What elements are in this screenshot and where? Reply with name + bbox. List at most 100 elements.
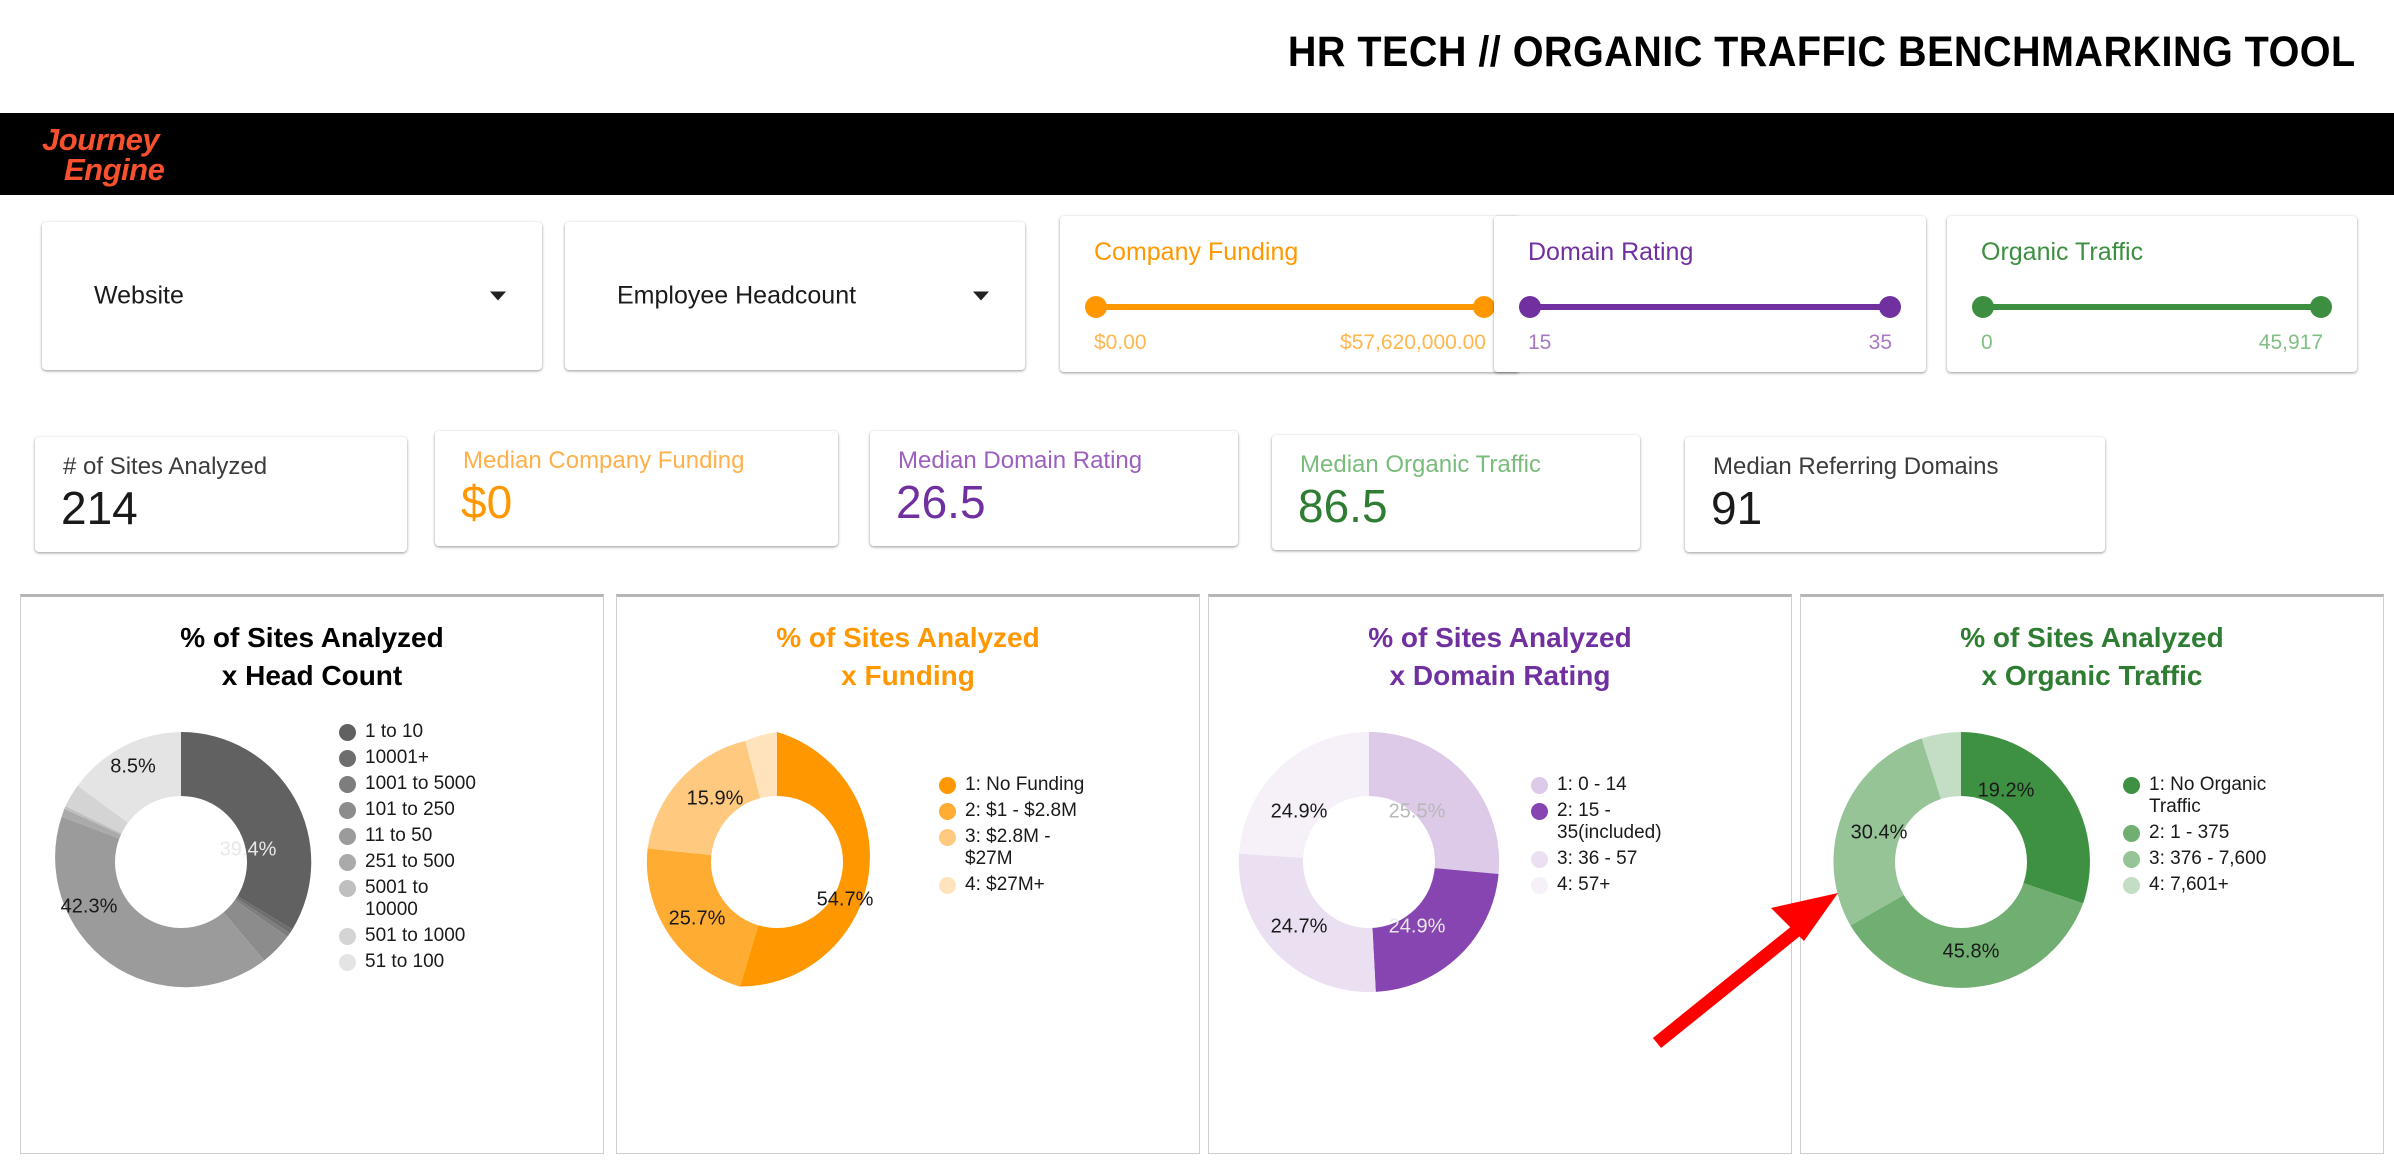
- chart-panel-head-count: % of Sites Analyzed x Head Count 39.4% 4…: [20, 594, 604, 1154]
- chart-panel-funding: % of Sites Analyzed x Funding 54.7% 25.7…: [616, 594, 1200, 1154]
- company-funding-max-value: $57,620,000.00: [1340, 331, 1486, 354]
- legend-label: 1: No Organic Traffic: [2149, 774, 2267, 817]
- organic-traffic-slider-knob-max[interactable]: [2310, 296, 2332, 318]
- legend-item[interactable]: 101 to 250: [339, 799, 589, 821]
- legend-color-swatch: [339, 880, 356, 897]
- legend-item[interactable]: 3: 36 - 57: [1531, 848, 1771, 870]
- legend-label: 3: $2.8M - $27M: [965, 826, 1051, 869]
- slice-label-head-count-1: 39.4%: [219, 838, 277, 861]
- legend-item[interactable]: 1001 to 5000: [339, 773, 589, 795]
- donut-head-count-hole: [115, 796, 247, 928]
- legend-item[interactable]: 51 to 100: [339, 951, 589, 973]
- domain-rating-min-value: 15: [1528, 331, 1552, 354]
- filter-website[interactable]: Website: [42, 222, 542, 370]
- legend-label: 1001 to 5000: [365, 773, 476, 794]
- legend-item[interactable]: 4: $27M+: [939, 874, 1179, 896]
- slice-label-organic-traffic-3: 30.4%: [1850, 821, 1908, 844]
- legend-color-swatch: [939, 777, 956, 794]
- legend-label: 101 to 250: [365, 799, 455, 820]
- filter-employee-headcount[interactable]: Employee Headcount: [565, 222, 1025, 370]
- legend-color-swatch: [2123, 777, 2140, 794]
- chart-title-head-count-line2: x Head Count: [221, 660, 403, 691]
- legend-item[interactable]: 3: 376 - 7,600: [2123, 848, 2363, 870]
- kpi-median-domain-rating-value: 26.5: [896, 476, 986, 528]
- legend-label: 1: No Funding: [965, 774, 1085, 795]
- domain-rating-slider-knob-max[interactable]: [1879, 296, 1901, 318]
- page-title: HR TECH // ORGANIC TRAFFIC BENCHMARKING …: [1288, 28, 2356, 76]
- legend-item[interactable]: 1: 0 - 14: [1531, 774, 1771, 796]
- legend-label: 4: $27M+: [965, 874, 1045, 895]
- chart-title-domain-rating-line2: x Domain Rating: [1389, 660, 1611, 691]
- company-funding-slider-knob-max[interactable]: [1473, 296, 1495, 318]
- legend-item[interactable]: 4: 7,601+: [2123, 874, 2363, 896]
- legend-label: 1: 0 - 14: [1557, 774, 1627, 795]
- slice-label-domain-rating-1: 25.5%: [1388, 800, 1446, 823]
- filter-website-label: Website: [94, 281, 184, 310]
- legend-item[interactable]: 1: No Funding: [939, 774, 1179, 796]
- chart-title-domain-rating: % of Sites Analyzed x Domain Rating: [1209, 619, 1791, 695]
- slice-label-domain-rating-3: 24.7%: [1270, 915, 1328, 938]
- title-bar: HR TECH // ORGANIC TRAFFIC BENCHMARKING …: [0, 0, 2394, 113]
- legend-item[interactable]: 1: No Organic Traffic: [2123, 774, 2363, 818]
- domain-rating-slider-knob-min[interactable]: [1519, 296, 1541, 318]
- legend-item[interactable]: 2: 1 - 375: [2123, 822, 2363, 844]
- donut-head-count-svg[interactable]: [41, 722, 321, 1002]
- slice-label-domain-rating-2: 24.9%: [1388, 915, 1446, 938]
- legend-color-swatch: [339, 750, 356, 767]
- legend-item[interactable]: 10001+: [339, 747, 589, 769]
- legend-item[interactable]: 3: $2.8M - $27M: [939, 826, 1179, 870]
- kpi-median-company-funding-value: $0: [461, 476, 513, 528]
- organic-traffic-slider-track[interactable]: [1972, 296, 2332, 318]
- filter-organic-traffic-title: Organic Traffic: [1981, 238, 2144, 266]
- slice-label-funding-1: 54.7%: [816, 888, 874, 911]
- slice-label-head-count-9: 8.5%: [110, 755, 156, 778]
- legend-color-swatch: [339, 928, 356, 945]
- filter-domain-rating[interactable]: Domain Rating 15 35: [1494, 216, 1926, 372]
- chevron-down-icon[interactable]: [973, 291, 989, 301]
- legend-label: 3: 376 - 7,600: [2149, 848, 2267, 869]
- organic-traffic-slider-knob-min[interactable]: [1972, 296, 1994, 318]
- legend-color-swatch: [939, 877, 956, 894]
- legend-color-swatch: [339, 954, 356, 971]
- donut-funding[interactable]: 54.7% 25.7% 15.9%: [637, 722, 917, 1002]
- legend-item[interactable]: 251 to 500: [339, 851, 589, 873]
- slice-label-domain-rating-4: 24.9%: [1270, 800, 1328, 823]
- legend-item[interactable]: 2: 15 - 35(included): [1531, 800, 1771, 844]
- company-funding-min-value: $0.00: [1094, 331, 1147, 354]
- legend-label: 11 to 50: [365, 825, 433, 846]
- legend-item[interactable]: 2: $1 - $2.8M: [939, 800, 1179, 822]
- legend-color-swatch: [339, 724, 356, 741]
- legend-label: 1 to 10: [365, 721, 424, 742]
- chart-title-head-count: % of Sites Analyzed x Head Count: [21, 619, 603, 695]
- legend-item[interactable]: 1 to 10: [339, 721, 589, 743]
- chevron-down-icon[interactable]: [490, 291, 506, 301]
- filter-company-funding[interactable]: Company Funding $0.00 $57,620,000.00: [1060, 216, 1520, 372]
- slice-label-funding-2: 25.7%: [668, 907, 726, 930]
- legend-label: 251 to 500: [365, 851, 455, 872]
- domain-rating-slider-track[interactable]: [1519, 296, 1901, 318]
- legend-item[interactable]: 11 to 50: [339, 825, 589, 847]
- kpi-sites-analyzed: # of Sites Analyzed 214: [35, 437, 407, 552]
- legend-domain-rating: 1: 0 - 14 2: 15 - 35(included) 3: 36 - 5…: [1531, 774, 1771, 900]
- chart-title-funding-line1: % of Sites Analyzed: [776, 622, 1040, 653]
- legend-item[interactable]: 501 to 1000: [339, 925, 589, 947]
- donut-head-count[interactable]: 39.4% 42.3% 8.5%: [41, 722, 321, 1002]
- company-funding-slider-track[interactable]: [1085, 296, 1495, 318]
- kpi-median-referring-domains-value: 91: [1711, 482, 1763, 534]
- legend-item[interactable]: 4: 57+: [1531, 874, 1771, 896]
- legend-organic-traffic: 1: No Organic Traffic 2: 1 - 375 3: 376 …: [2123, 774, 2363, 900]
- company-funding-slider-knob-min[interactable]: [1085, 296, 1107, 318]
- donut-funding-svg[interactable]: [637, 722, 917, 1002]
- kpi-median-organic-traffic-label: Median Organic Traffic: [1300, 451, 1541, 478]
- legend-color-swatch: [1531, 803, 1548, 820]
- donut-domain-rating-svg[interactable]: [1229, 722, 1509, 1002]
- legend-color-swatch: [2123, 877, 2140, 894]
- organic-traffic-max-value: 45,917: [2258, 331, 2323, 354]
- legend-item[interactable]: 5001 to 10000: [339, 877, 589, 921]
- legend-color-swatch: [339, 828, 356, 845]
- donut-organic-traffic[interactable]: 19.2% 45.8% 30.4%: [1821, 722, 2101, 1002]
- domain-rating-max-value: 35: [1868, 331, 1892, 354]
- filter-organic-traffic[interactable]: Organic Traffic 0 45,917: [1947, 216, 2357, 372]
- donut-domain-rating[interactable]: 25.5% 24.9% 24.7% 24.9%: [1229, 722, 1509, 1002]
- kpi-median-domain-rating: Median Domain Rating 26.5: [870, 431, 1238, 546]
